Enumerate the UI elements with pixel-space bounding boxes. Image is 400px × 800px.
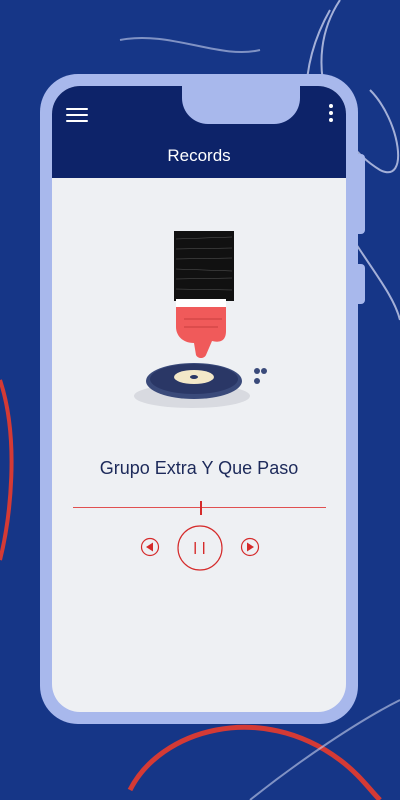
pause-icon[interactable]	[177, 525, 223, 571]
camera-notch	[182, 86, 300, 124]
app-title: Records	[167, 146, 231, 165]
track-title: Grupo Extra Y Que Paso	[99, 458, 299, 478]
previous-track-icon[interactable]	[140, 537, 160, 557]
phone-side-button	[358, 154, 365, 234]
hamburger-menu-icon[interactable]	[66, 108, 88, 124]
seek-thumb[interactable]	[200, 501, 202, 515]
record-illustration	[134, 231, 267, 408]
app-bar: Records	[52, 86, 346, 178]
phone-frame: Records Grupo Extra Y Que Paso	[40, 74, 365, 724]
more-options-icon[interactable]	[324, 104, 338, 130]
app-screen: Records Grupo Extra Y Que Paso	[52, 86, 346, 712]
next-track-icon[interactable]	[240, 537, 260, 557]
seek-bar[interactable]	[73, 501, 326, 515]
phone-side-button	[358, 264, 365, 304]
